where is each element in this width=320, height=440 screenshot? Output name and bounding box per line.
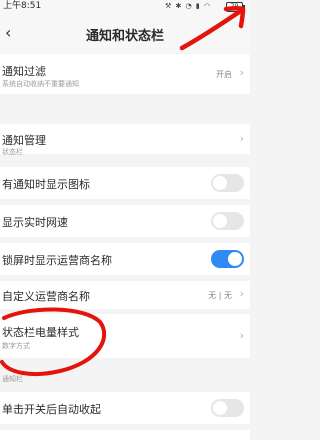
battery-icon: 79 <box>226 2 245 12</box>
toggle-knob <box>213 401 227 415</box>
chevron-right-icon: › <box>239 132 244 145</box>
toggle-switch[interactable] <box>211 250 244 268</box>
setting-label: 显示实时网速 <box>2 216 68 229</box>
section-header-notification-bar: 通知栏 <box>2 375 23 383</box>
toggle-knob <box>213 214 227 228</box>
section-header-status-bar: 状态栏 <box>2 148 23 156</box>
toggle-switch[interactable] <box>211 174 244 192</box>
setting-row-show-network-speed[interactable]: 显示实时网速 <box>0 205 250 237</box>
setting-label: 有通知时显示图标 <box>2 178 90 191</box>
setting-row-custom-carrier[interactable]: 自定义运营商名称 无 | 无 › <box>0 281 250 309</box>
setting-row-notification-manage[interactable]: 通知管理 › <box>0 124 250 154</box>
setting-label: 通知过滤 <box>2 65 46 78</box>
status-time: 上午8:51 <box>3 1 42 11</box>
setting-label: 状态栏电量样式 <box>2 326 79 339</box>
setting-value: 开启 <box>216 70 232 79</box>
page-title: 通知和状态栏 <box>85 29 164 44</box>
setting-label: 通知管理 <box>2 134 46 147</box>
system-status-bar: 上午8:51 ⚒ ✱ ◔ ▮ ◠ 79 <box>0 0 250 13</box>
setting-row-partial <box>0 430 250 440</box>
toggle-switch[interactable] <box>211 399 244 417</box>
toggle-switch[interactable] <box>211 212 244 230</box>
chevron-right-icon: › <box>239 287 244 300</box>
setting-value: 无 | 无 <box>208 291 232 300</box>
chevron-right-icon: › <box>239 66 244 79</box>
toggle-knob <box>213 176 227 190</box>
setting-row-lockscreen-carrier[interactable]: 锁屏时显示运营商名称 <box>0 243 250 275</box>
status-icons: ⚒ ✱ ◔ ▮ ◠ <box>165 2 212 10</box>
toggle-knob <box>228 252 242 266</box>
setting-label: 自定义运营商名称 <box>2 290 90 303</box>
setting-row-battery-style[interactable]: 状态栏电量样式 数字方式 › <box>0 314 250 358</box>
setting-description: 数字方式 <box>2 342 30 350</box>
chevron-right-icon: › <box>239 329 244 342</box>
setting-label: 单击开关后自动收起 <box>2 403 101 416</box>
setting-row-show-notification-icons[interactable]: 有通知时显示图标 <box>0 167 250 199</box>
title-bar: ‹ 通知和状态栏 <box>0 13 250 53</box>
setting-label: 锁屏时显示运营商名称 <box>2 254 112 267</box>
setting-row-notification-filter[interactable]: 通知过滤 系统自动收纳不重要通知 开启 › <box>0 54 250 94</box>
setting-row-auto-collapse[interactable]: 单击开关后自动收起 <box>0 392 250 424</box>
setting-description: 系统自动收纳不重要通知 <box>2 80 79 88</box>
